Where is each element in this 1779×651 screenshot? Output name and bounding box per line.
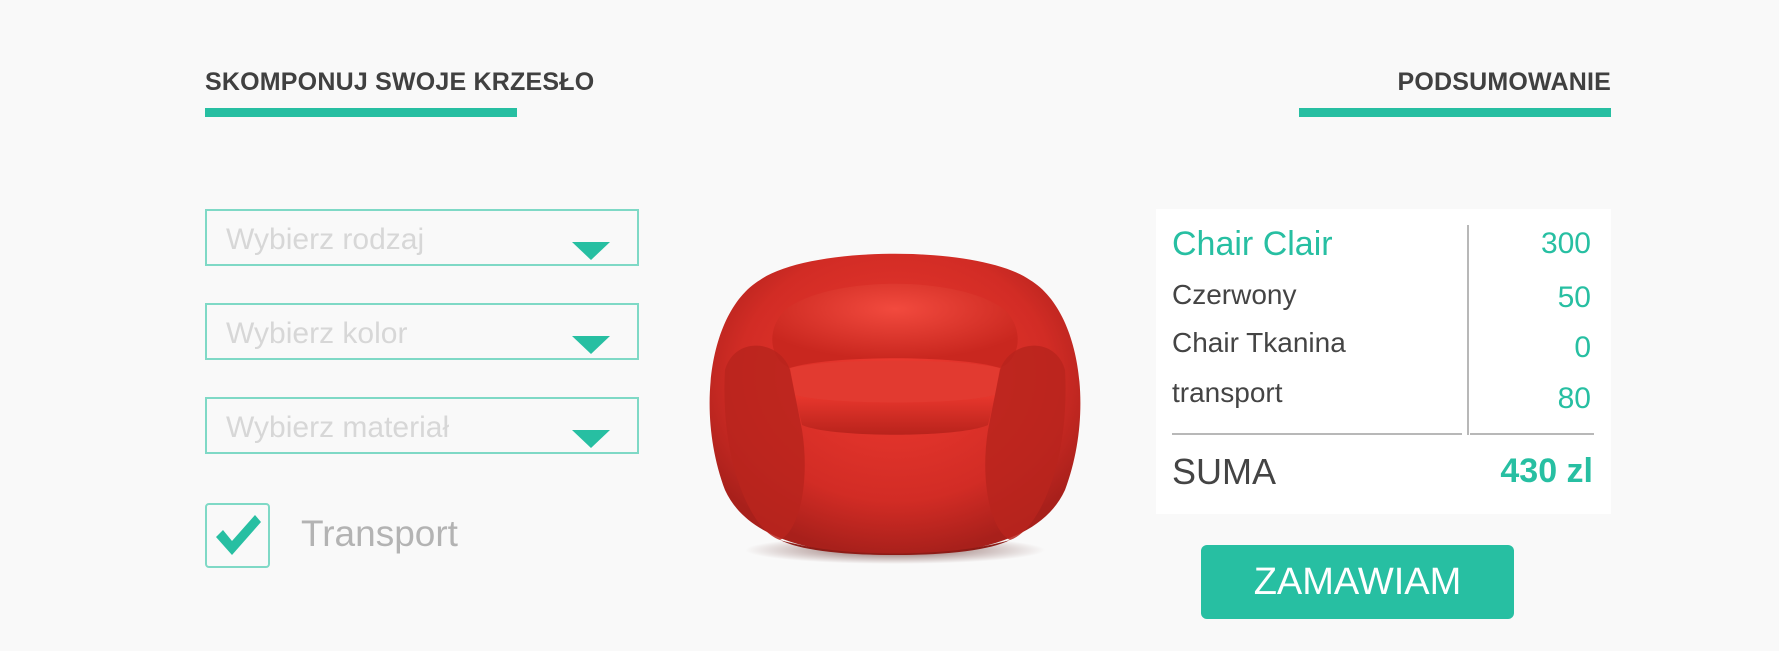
type-select-placeholder: Wybierz rodzaj: [226, 223, 425, 256]
material-select[interactable]: Wybierz materiał: [205, 397, 639, 454]
chair-image: [709, 253, 1081, 564]
color-select-placeholder: Wybierz kolor: [226, 317, 408, 350]
summary-row-value: 0: [1574, 331, 1591, 364]
configurator-heading-underline: [205, 108, 517, 117]
summary-divider: [1470, 433, 1594, 435]
order-summary: Chair Clair 300 Czerwony 50 Chair Tkanin…: [1156, 209, 1611, 514]
total-value: 430 zl: [1500, 452, 1593, 490]
dropdown-arrow-icon[interactable]: [572, 430, 610, 448]
dropdown-arrow-icon[interactable]: [572, 336, 610, 354]
summary-heading-underline: [1299, 108, 1611, 117]
transport-checkbox[interactable]: [205, 503, 270, 568]
transport-label[interactable]: Transport: [301, 513, 458, 555]
summary-row-value: 300: [1540, 227, 1591, 260]
dropdown-arrow-icon[interactable]: [572, 242, 610, 260]
summary-row-label: Czerwony: [1172, 279, 1297, 310]
summary-row-label: transport: [1172, 377, 1283, 408]
summary-divider: [1172, 433, 1462, 435]
summary-row-value: 50: [1557, 281, 1591, 314]
total-label: SUMA: [1172, 451, 1277, 492]
summary-row-label: Chair Clair: [1172, 225, 1333, 263]
order-button[interactable]: ZAMAWIAM: [1201, 545, 1514, 619]
summary-row-label: Chair Tkanina: [1172, 327, 1346, 358]
summary-row-value: 80: [1557, 382, 1591, 415]
color-select[interactable]: Wybierz kolor: [205, 303, 639, 360]
material-select-placeholder: Wybierz materiał: [226, 411, 450, 444]
check-icon: [216, 515, 261, 555]
configurator-heading: SKOMPONUJ SWOJE KRZESŁO: [205, 68, 595, 96]
summary-column-divider: [1467, 225, 1469, 435]
summary-heading: PODSUMOWANIE: [1397, 68, 1611, 96]
type-select[interactable]: Wybierz rodzaj: [205, 209, 639, 266]
